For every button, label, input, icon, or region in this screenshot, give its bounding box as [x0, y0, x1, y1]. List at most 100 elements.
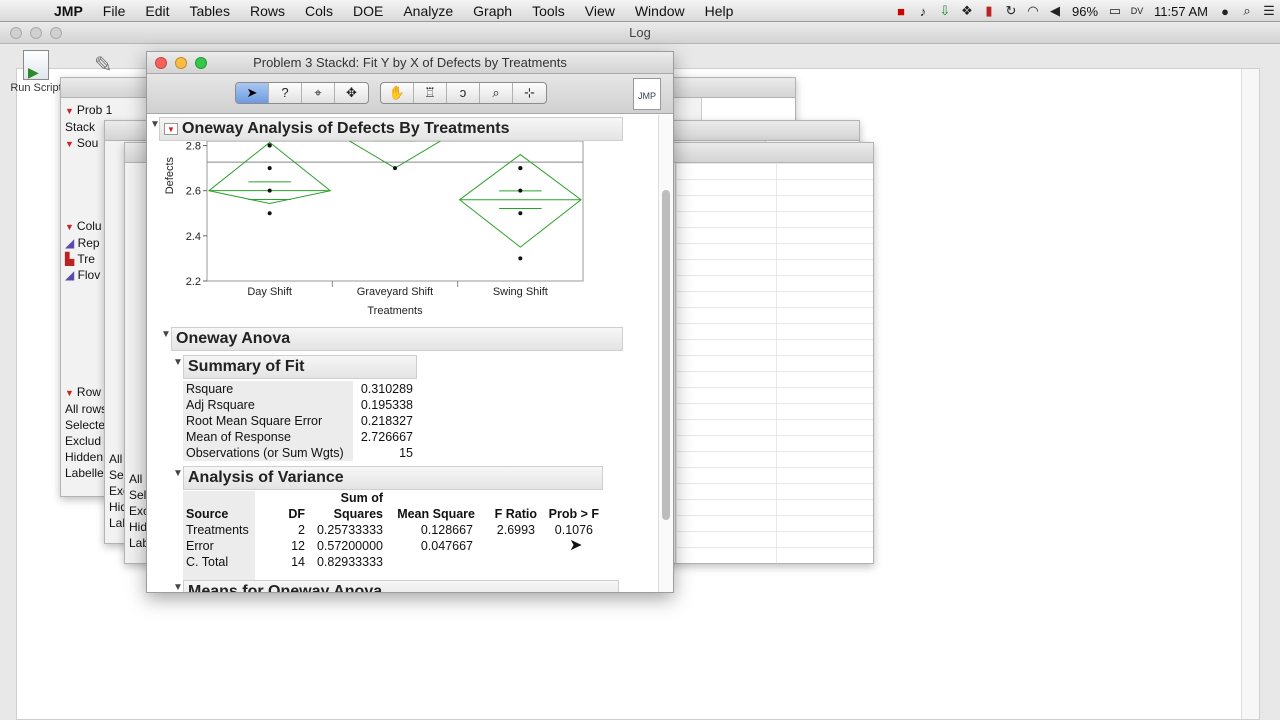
menu-rows[interactable]: Rows: [240, 3, 295, 19]
y-tick-label: 2.4: [186, 231, 201, 243]
aov-df: 2: [298, 523, 305, 537]
menu-graph[interactable]: Graph: [463, 3, 522, 19]
app-icon[interactable]: ▮: [978, 3, 1000, 19]
log-close-button[interactable]: [10, 27, 22, 39]
report-toolbar: ➤ ? ⌖ ✥ ✋ ♖ ↄ ⌕ ⊹ JMP: [147, 74, 673, 114]
summary-label: Root Mean Square Error: [183, 413, 353, 429]
y-tick-label: 2.8: [186, 141, 201, 153]
close-button[interactable]: [155, 57, 167, 69]
battery-icon[interactable]: ▭: [1104, 3, 1126, 19]
aov-header-ss-top: Sum of: [340, 491, 383, 505]
record-icon[interactable]: ■: [890, 4, 912, 19]
red-triangle-icon[interactable]: ▼: [65, 222, 74, 232]
disclosure-icon[interactable]: ▼: [173, 582, 183, 592]
log-scrollbar[interactable]: [1241, 69, 1259, 719]
scrollbar-thumb[interactable]: [662, 190, 670, 520]
log-title: Log: [629, 25, 651, 40]
menu-edit[interactable]: Edit: [135, 3, 179, 19]
data-point: [518, 188, 523, 193]
sync-icon[interactable]: ↻: [1000, 3, 1022, 19]
wifi-icon[interactable]: ◠: [1022, 3, 1044, 19]
aov-source: Error: [186, 539, 214, 553]
summary-header[interactable]: Summary of Fit: [183, 355, 417, 379]
menu-cols[interactable]: Cols: [295, 3, 343, 19]
disclosure-icon[interactable]: ▼: [173, 357, 183, 368]
summary-value: 15: [399, 446, 413, 460]
menu-tools[interactable]: Tools: [522, 3, 575, 19]
brush-tool[interactable]: ♖: [414, 83, 447, 103]
summary-label: Adj Rsquare: [183, 397, 353, 413]
summary-value: 0.310289: [360, 382, 413, 396]
aov-ss: 0.82933333: [316, 555, 383, 569]
disclosure-icon[interactable]: ▼: [161, 329, 171, 340]
arrow-tool[interactable]: ➤: [236, 83, 269, 103]
summary-title: Summary of Fit: [188, 358, 305, 375]
oneway-header[interactable]: ▼ Oneway Analysis of Defects By Treatment…: [159, 117, 623, 141]
clock[interactable]: 11:57 AM: [1148, 4, 1214, 19]
notification-icon[interactable]: ☰: [1258, 3, 1280, 19]
aov-header-ss: Squares: [333, 507, 383, 521]
report-content[interactable]: ▼ ▼ Oneway Analysis of Defects By Treatme…: [147, 115, 659, 592]
data-point: [518, 211, 523, 216]
jmp-doc-icon[interactable]: JMP: [633, 78, 661, 110]
aov-ss: 0.57200000: [316, 539, 383, 553]
oneway-chart[interactable]: 2.2 2.4 2.6 2.8 Defects Day Shift Graveyard Sh…: [147, 141, 627, 331]
summary-value: 2.726667: [360, 430, 413, 444]
means-header[interactable]: Means for Oneway Anova: [183, 580, 619, 592]
dropbox-icon[interactable]: ❖: [956, 3, 978, 19]
summary-label: Mean of Response: [183, 429, 353, 445]
x-tick-label: Graveyard Shift: [357, 286, 433, 298]
keyboard-icon[interactable]: DV: [1126, 6, 1148, 16]
disclosure-icon[interactable]: ▼: [173, 468, 183, 479]
nominal-icon: ▙: [65, 252, 78, 266]
script-icon: [23, 50, 49, 81]
menu-window[interactable]: Window: [625, 3, 695, 19]
minimize-button[interactable]: [175, 57, 187, 69]
red-triangle-icon[interactable]: ▼: [65, 388, 74, 398]
hand-tool[interactable]: ✋: [381, 83, 414, 103]
rows-label: Row: [76, 385, 101, 399]
crosshair-tool[interactable]: ⌖: [302, 83, 335, 103]
summary-value: 0.218327: [360, 414, 413, 428]
aov-source: C. Total: [186, 555, 229, 569]
zoom-button[interactable]: [195, 57, 207, 69]
log-zoom-button[interactable]: [50, 27, 62, 39]
x-tick-label: Day Shift: [247, 286, 292, 298]
aov-title: Analysis of Variance: [188, 469, 344, 486]
user-icon[interactable]: ●: [1214, 4, 1236, 19]
spotlight-icon[interactable]: ⌕: [1236, 3, 1258, 19]
menu-help[interactable]: Help: [695, 3, 744, 19]
menu-file[interactable]: File: [93, 3, 136, 19]
log-minimize-button[interactable]: [30, 27, 42, 39]
help-tool[interactable]: ?: [269, 83, 302, 103]
anova-header[interactable]: Oneway Anova: [171, 327, 623, 351]
anova-title: Oneway Anova: [176, 330, 291, 347]
bell-icon[interactable]: ♪: [912, 4, 934, 19]
lasso-tool[interactable]: ↄ: [447, 83, 480, 103]
wrench-icon[interactable]: ✎: [94, 52, 112, 78]
data-grid[interactable]: [675, 163, 873, 563]
red-triangle-icon[interactable]: ▼: [164, 122, 178, 135]
volume-icon[interactable]: ◀: [1044, 3, 1066, 19]
report-window[interactable]: Problem 3 Stackd: Fit Y by X of Defects …: [146, 51, 674, 593]
menu-view[interactable]: View: [575, 3, 625, 19]
grabber-tool[interactable]: ✥: [335, 83, 368, 103]
red-triangle-icon[interactable]: ▼: [65, 139, 74, 149]
battery-percent: 96%: [1072, 3, 1099, 19]
menu-app[interactable]: JMP: [44, 3, 93, 19]
run-script-button[interactable]: Run Script: [8, 50, 64, 94]
menu-doe[interactable]: DOE: [343, 3, 393, 19]
download-icon[interactable]: ⇩: [934, 3, 956, 19]
zoom-tool[interactable]: ⌕: [480, 83, 513, 103]
report-scrollbar[interactable]: [658, 115, 673, 592]
annotate-tool[interactable]: ⊹: [513, 83, 546, 103]
menu-tables[interactable]: Tables: [179, 3, 239, 19]
aov-header-f: F Ratio: [494, 507, 537, 521]
aov-ms: 0.128667: [420, 523, 473, 537]
aov-header[interactable]: Analysis of Variance: [183, 466, 603, 490]
mouse-cursor-icon: ➤: [569, 537, 583, 554]
menu-analyze[interactable]: Analyze: [393, 3, 463, 19]
aov-header-p: Prob > F: [548, 507, 599, 521]
oneway-title: Oneway Analysis of Defects By Treatments: [182, 120, 510, 137]
red-triangle-icon[interactable]: ▼: [65, 106, 74, 116]
